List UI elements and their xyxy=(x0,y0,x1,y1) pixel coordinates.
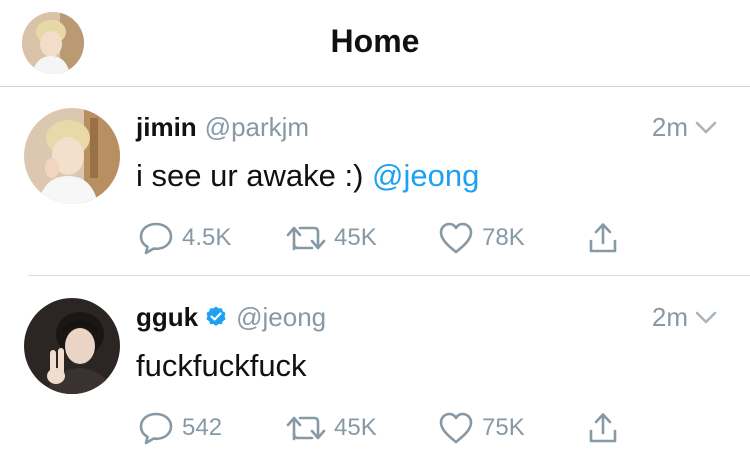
reply-button[interactable]: 4.5K xyxy=(138,218,231,258)
tweet-header: jimin @parkjm xyxy=(136,112,309,143)
tweet-author-avatar[interactable] xyxy=(24,298,120,394)
share-icon xyxy=(589,223,617,253)
timestamp: 2m xyxy=(651,302,688,332)
like-count: 75K xyxy=(482,414,525,441)
tweet-author-avatar[interactable] xyxy=(24,108,120,204)
tweet[interactable]: gguk @jeong 2m fuckfuckfuck 542 45K 75K xyxy=(0,276,750,464)
retweet-icon xyxy=(286,416,326,441)
mention-link[interactable]: @jeong xyxy=(372,158,479,193)
like-icon xyxy=(439,412,473,444)
author-name[interactable]: jimin xyxy=(136,112,197,142)
retweet-button[interactable]: 45K xyxy=(286,218,377,258)
top-bar: Home xyxy=(0,0,750,87)
tweet-text: fuckfuckfuck xyxy=(136,348,307,384)
share-button[interactable] xyxy=(588,218,626,258)
tweet-actions: 4.5K 45K 78K xyxy=(138,218,638,258)
like-button[interactable]: 75K xyxy=(438,408,525,448)
share-icon xyxy=(589,413,617,443)
tweet-time: 2m xyxy=(652,302,718,333)
chevron-down-icon[interactable] xyxy=(694,302,718,333)
like-button[interactable]: 78K xyxy=(438,218,525,258)
tweet[interactable]: jimin @parkjm 2m i see ur awake :) @jeong… xyxy=(0,86,750,274)
retweet-icon xyxy=(286,226,326,251)
share-button[interactable] xyxy=(588,408,626,448)
tweet-time: 2m xyxy=(652,112,718,143)
author-handle[interactable]: @jeong xyxy=(236,302,326,332)
tweet-text: i see ur awake :) @jeong xyxy=(136,158,479,194)
reply-button[interactable]: 542 xyxy=(138,408,222,448)
reply-count: 542 xyxy=(182,414,223,441)
retweet-button[interactable]: 45K xyxy=(286,408,377,448)
tweet-body: i see ur awake :) xyxy=(136,158,373,193)
retweet-count: 45K xyxy=(334,224,377,251)
tweet-body: fuckfuckfuck xyxy=(136,348,307,383)
page-title: Home xyxy=(330,23,420,59)
like-icon xyxy=(439,222,473,254)
avatar-image xyxy=(24,298,120,394)
reply-icon xyxy=(139,222,173,255)
tweet-actions: 542 45K 75K xyxy=(138,408,638,448)
reply-icon xyxy=(139,412,173,445)
verified-badge-icon xyxy=(204,305,228,336)
retweet-count: 45K xyxy=(334,414,377,441)
author-name[interactable]: gguk xyxy=(136,302,198,332)
reply-count: 4.5K xyxy=(182,224,232,251)
author-handle[interactable]: @parkjm xyxy=(205,112,309,142)
chevron-down-icon[interactable] xyxy=(694,112,718,143)
avatar-image xyxy=(24,108,120,204)
tweet-header: gguk @jeong xyxy=(136,302,326,336)
like-count: 78K xyxy=(482,224,525,251)
timestamp: 2m xyxy=(651,112,688,142)
